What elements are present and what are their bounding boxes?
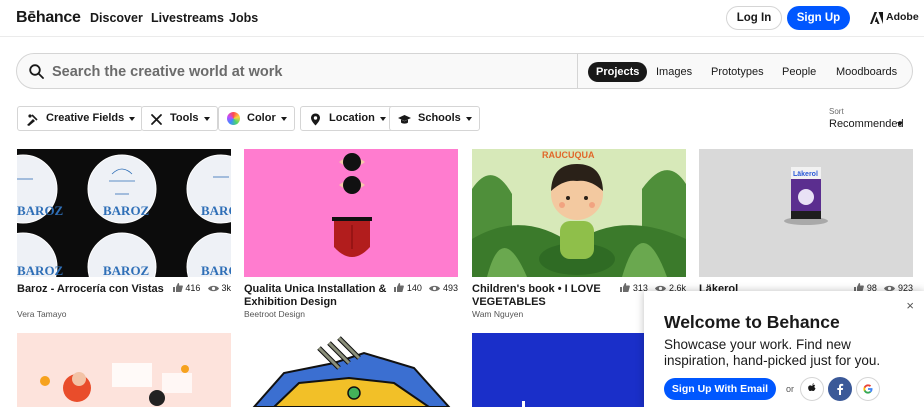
filter-label: Creative Fields [46,112,125,124]
filter-creative-fields[interactable]: Creative Fields [17,106,144,131]
thumbs-up-icon [172,283,183,293]
adobe-logo-icon[interactable] [870,11,883,29]
login-button[interactable]: Log In [726,6,782,30]
nav-divider [0,36,924,37]
project-card[interactable]: BAROZ BAROZ BAROZ BAROZ BAROZ BAROZ Baro… [17,149,231,321]
google-icon [857,384,879,404]
tab-moodboards[interactable]: Moodboards [828,62,905,82]
project-owner[interactable]: Vera Tamayo [17,309,66,319]
thumbs-up-icon [620,283,631,293]
project-title[interactable]: Baroz - Arrocería con Vistas [17,283,167,296]
project-stats: 416 3k [172,283,231,293]
views-count: 493 [442,283,458,293]
top-nav: Bēhance Discover Livestreams Jobs Log In… [0,0,924,36]
welcome-modal: × Welcome to Behance Showcase your work.… [644,291,924,407]
chevron-down-icon[interactable] [897,122,903,126]
project-owner[interactable]: Wam Nguyen [472,309,523,319]
likes-count: 416 [185,283,201,293]
chevron-down-icon [379,117,386,121]
thumbs-up-icon [394,283,405,293]
filter-schools[interactable]: Schools [389,106,480,131]
location-pin-icon [309,112,322,126]
sort-select[interactable]: Recommended [829,118,904,130]
signup-button[interactable]: Sign Up [787,6,850,30]
or-label: or [786,384,795,394]
filter-label: Schools [418,112,461,124]
project-thumbnail[interactable]: BAROZ BAROZ BAROZ BAROZ BAROZ BAROZ [17,149,231,277]
project-thumbnail[interactable] [244,333,458,407]
project-card[interactable] [17,333,231,407]
filter-label: Color [247,112,276,124]
filter-label: Location [329,112,375,124]
chevron-down-icon [280,117,287,121]
apple-signin-button[interactable] [800,377,824,401]
thumb-brand-text: BAROZ [17,263,64,277]
close-icon[interactable]: × [906,298,914,313]
modal-text: Showcase your work. Find new inspiration… [664,337,881,368]
modal-title: Welcome to Behance [664,312,840,332]
project-thumbnail[interactable]: Läkerol [699,149,913,277]
search-icon [29,64,44,84]
chevron-down-icon [465,117,472,121]
google-signin-button[interactable] [856,377,880,401]
apple-icon [801,383,823,404]
color-wheel-icon [227,112,240,125]
project-owner[interactable]: Beetroot Design [244,309,305,319]
project-card[interactable]: Qualita Unica Installation & Exhibition … [244,149,458,321]
facebook-signin-button[interactable] [828,377,852,401]
graduation-cap-icon [398,112,411,125]
behance-logo[interactable]: Bēhance [16,9,81,27]
project-stats: 140 493 [394,283,458,293]
tab-projects[interactable]: Projects [588,62,648,82]
project-title[interactable]: Qualita Unica Installation & Exhibition … [244,283,394,308]
project-thumbnail[interactable]: RAUCUQUA [472,149,686,277]
filter-location[interactable]: Location [300,106,394,131]
thumb-brand-text: Läkerol [793,171,818,178]
adobe-label[interactable]: Adobe [886,11,919,23]
search-bar: Projects Images Prototypes People Moodbo… [16,53,913,89]
thumb-brand-text: BAROZ [201,203,231,218]
filter-tools[interactable]: Tools [141,106,218,131]
nav-jobs[interactable]: Jobs [229,11,258,25]
nav-discover[interactable]: Discover [90,11,143,25]
thumb-brand-text: BAROZ [17,203,64,218]
filter-color[interactable]: Color [218,106,295,131]
eye-icon [429,283,441,293]
sort-label: Sort [829,107,844,116]
search-divider [577,54,578,88]
project-title[interactable]: Children's book • I LOVE VEGETABLES [472,283,622,308]
views-count: 3k [221,283,231,293]
thumb-brand-text: BAROZ [201,263,231,277]
thumb-brand-text: BAROZ [103,263,150,277]
tab-people[interactable]: People [774,62,824,82]
signup-email-button[interactable]: Sign Up With Email [664,378,776,400]
search-input[interactable] [52,60,572,84]
thumb-brand-text: BAROZ [103,203,150,218]
creative-fields-icon [26,112,39,126]
nav-livestreams[interactable]: Livestreams [151,11,224,25]
project-thumbnail[interactable] [17,333,231,407]
project-card[interactable] [244,333,458,407]
chevron-down-icon [129,117,136,121]
tab-prototypes[interactable]: Prototypes [703,62,772,82]
facebook-icon [829,383,851,404]
chevron-down-icon [203,117,210,121]
tools-icon [150,112,163,125]
likes-count: 140 [406,283,422,293]
eye-icon [207,283,219,293]
filter-label: Tools [170,112,199,124]
thumb-title-text: RAUCUQUA [542,150,595,160]
project-thumbnail[interactable] [244,149,458,277]
tab-images[interactable]: Images [648,62,700,82]
